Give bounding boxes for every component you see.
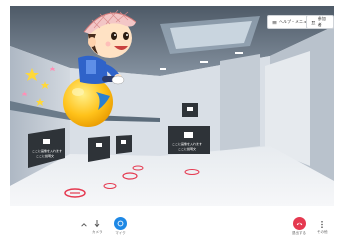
ceiling-light: [160, 68, 166, 70]
chevron-up-icon: [81, 223, 87, 227]
more-label: その他: [317, 230, 328, 234]
participants-button[interactable]: 参加者: [306, 15, 334, 29]
bottom-control-bar: カメラ マイク 退出する その他: [0, 208, 340, 242]
poster[interactable]: [88, 136, 110, 162]
ceiling-light: [235, 52, 243, 54]
pillar: [220, 54, 260, 151]
ceiling-light: [200, 61, 208, 63]
poster[interactable]: [116, 135, 132, 154]
leave-circle: [292, 217, 306, 230]
expand-button[interactable]: [80, 221, 88, 229]
camera-icon: [94, 220, 100, 228]
poster-sub: ここに説明文: [36, 153, 54, 158]
mic-circle: [114, 217, 127, 230]
mic-icon: [117, 220, 124, 227]
phone-hangup-icon: [296, 222, 302, 226]
mascot-ball: [63, 77, 113, 127]
camera-label: カメラ: [92, 230, 103, 234]
metaverse-screen: ここに画像を入れます ここに説明文 ここに画像を入れます ここに説明文 ヘルプ・…: [0, 0, 340, 242]
leave-button[interactable]: 退出する: [292, 217, 306, 236]
more-button[interactable]: その他: [317, 220, 328, 235]
mic-button[interactable]: マイク: [114, 217, 127, 236]
poster-title: ここに画像を入れます: [172, 141, 202, 146]
poster[interactable]: ここに画像を入れます ここに説明文: [168, 126, 210, 154]
3d-gallery-viewport[interactable]: ここに画像を入れます ここに説明文 ここに画像を入れます ここに説明文 ヘルプ・…: [10, 6, 334, 206]
more-vertical-icon: [321, 220, 324, 229]
camera-button[interactable]: カメラ: [92, 219, 103, 235]
participants-label: 参加者: [317, 16, 326, 27]
leave-label: 退出する: [292, 231, 306, 235]
poster-sub: ここに説明文: [178, 146, 196, 151]
poster-title: ここに画像を入れます: [32, 148, 62, 153]
gallery-scene: ここに画像を入れます ここに説明文 ここに画像を入れます ここに説明文: [10, 6, 334, 206]
poster[interactable]: [182, 103, 198, 117]
people-icon: [311, 20, 316, 24]
menu-icon: [272, 20, 277, 24]
mic-label: マイク: [115, 231, 126, 235]
